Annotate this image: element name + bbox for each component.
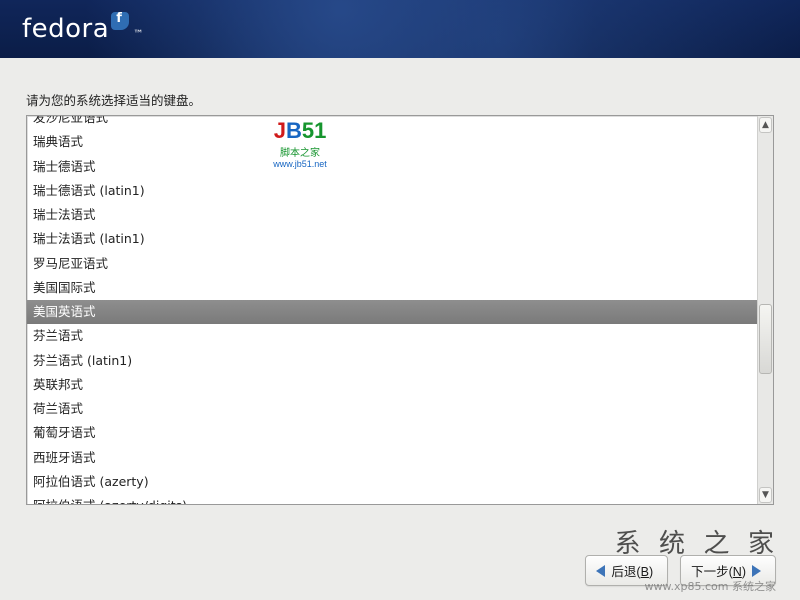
fedora-logo: fedora ™: [22, 14, 144, 44]
keyboard-option[interactable]: 芬兰语式 (latin1): [27, 349, 757, 373]
keyboard-option[interactable]: 英联邦式: [27, 373, 757, 397]
keyboard-option[interactable]: 阿拉伯语式 (azerty): [27, 470, 757, 494]
keyboard-option[interactable]: 美国国际式: [27, 276, 757, 300]
arrow-left-icon: [596, 565, 605, 577]
trademark: ™: [133, 29, 144, 44]
next-label: 下一步(N): [691, 561, 746, 580]
keyboard-option[interactable]: 西班牙语式: [27, 446, 757, 470]
next-button[interactable]: 下一步(N): [680, 555, 776, 586]
keyboard-option[interactable]: 罗马尼亚语式: [27, 252, 757, 276]
arrow-right-icon: [752, 565, 761, 577]
back-label: 后退(B): [611, 561, 653, 580]
keyboard-option[interactable]: 阿拉伯语式 (azerty/digits): [27, 494, 757, 504]
prompt-text: 请为您的系统选择适当的键盘。: [26, 90, 774, 109]
fedora-bubble-icon: [111, 12, 129, 30]
keyboard-option[interactable]: 瑞士法语式: [27, 203, 757, 227]
scroll-up-button[interactable]: ▲: [759, 117, 772, 133]
keyboard-option[interactable]: 瑞士德语式: [27, 155, 757, 179]
back-button[interactable]: 后退(B): [585, 555, 668, 586]
keyboard-option[interactable]: 芬兰语式: [27, 324, 757, 348]
scrollbar[interactable]: ▲ ▼: [757, 116, 773, 504]
keyboard-option[interactable]: 瑞典语式: [27, 130, 757, 154]
scroll-thumb[interactable]: [759, 304, 772, 374]
main-content: 请为您的系统选择适当的键盘。 发沙尼亚语式瑞典语式瑞士德语式瑞士德语式 (lat…: [0, 58, 800, 505]
brand-name: fedora: [22, 14, 109, 44]
header-banner: fedora ™: [0, 0, 800, 58]
keyboard-list[interactable]: 发沙尼亚语式瑞典语式瑞士德语式瑞士德语式 (latin1)瑞士法语式瑞士法语式 …: [27, 116, 757, 504]
keyboard-option[interactable]: 荷兰语式: [27, 397, 757, 421]
keyboard-option[interactable]: 瑞士德语式 (latin1): [27, 179, 757, 203]
keyboard-list-frame: 发沙尼亚语式瑞典语式瑞士德语式瑞士德语式 (latin1)瑞士法语式瑞士法语式 …: [26, 115, 774, 505]
scroll-down-button[interactable]: ▼: [759, 487, 772, 503]
keyboard-option[interactable]: 瑞士法语式 (latin1): [27, 227, 757, 251]
scroll-track[interactable]: [758, 134, 773, 486]
keyboard-option[interactable]: 发沙尼亚语式: [27, 116, 757, 130]
footer-buttons: 后退(B) 下一步(N): [585, 555, 776, 586]
keyboard-option[interactable]: 葡萄牙语式: [27, 421, 757, 445]
keyboard-option[interactable]: 美国英语式: [27, 300, 757, 324]
